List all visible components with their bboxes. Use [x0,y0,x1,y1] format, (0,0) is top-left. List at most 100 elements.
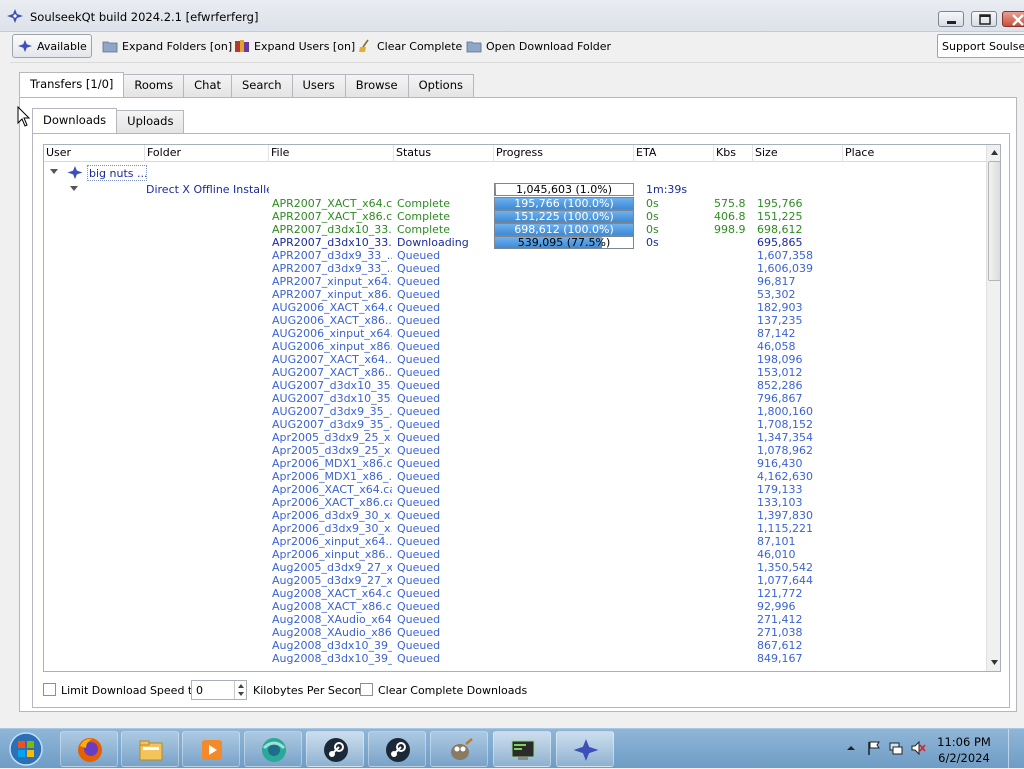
open-download-folder-button[interactable]: Open Download Folder [462,34,615,58]
file-name: Apr2005_d3dx9_25_x... [272,431,392,444]
taskbar-soulseek[interactable] [556,731,614,767]
taskbar-terminal[interactable] [493,731,551,767]
file-name: APR2007_XACT_x64.c... [272,197,392,210]
folder-icon [466,41,482,53]
spin-up-down-icon[interactable] [235,681,247,699]
file-row[interactable]: Aug2005_d3dx9_27_x... Queued 1,077,644 [44,574,986,587]
scroll-up-arrow-icon[interactable] [987,145,1001,160]
taskbar-gimp[interactable] [430,731,488,767]
taskbar-steam-2[interactable] [368,731,426,767]
column-header-place[interactable]: Place [843,145,986,162]
file-row[interactable]: APR2007_d3dx9_33_... Queued 1,607,358 [44,249,986,262]
file-row[interactable]: Apr2006_d3dx9_30_x... Queued 1,397,830 [44,509,986,522]
tab-users[interactable]: Users [291,74,346,97]
file-row[interactable]: Aug2008_XACT_x86.c... Queued 92,996 [44,600,986,613]
taskbar-firefox[interactable] [60,731,118,767]
limit-speed-checkbox[interactable] [43,683,56,696]
column-header-kbs[interactable]: Kbs [714,145,753,162]
file-row[interactable]: Aug2008_XAudio_x86... Queued 271,038 [44,626,986,639]
file-row[interactable]: AUG2007_d3dx9_35_... Queued 1,800,160 [44,405,986,418]
volume-muted-icon[interactable] [910,740,926,756]
column-header-size[interactable]: Size [753,145,843,162]
column-header-progress[interactable]: Progress [494,145,634,162]
taskbar-steam[interactable] [306,731,364,767]
file-row[interactable]: AUG2007_d3dx9_35_... Queued 1,708,152 [44,418,986,431]
spin-arrows[interactable] [234,681,246,699]
status-button[interactable]: Available [12,34,92,58]
tab-browse[interactable]: Browse [344,74,409,97]
expand-arrow-icon[interactable] [50,169,58,175]
file-row[interactable]: APR2007_d3dx9_33_... Queued 1,606,039 [44,262,986,275]
file-row[interactable]: APR2007_XACT_x86.c... Complete 151,225 (10… [44,210,986,223]
folder-row[interactable]: Direct X Offline Installer 1,045,603 (1.… [44,183,986,196]
tab-transfers[interactable]: Transfers [1/0] [19,72,125,97]
taskbar-media-player[interactable] [182,731,240,767]
file-row[interactable]: AUG2006_XACT_x64.c... Queued 182,903 [44,301,986,314]
start-button-windows-icon[interactable] [6,731,46,767]
file-row[interactable]: APR2007_d3dx10_33... Downloading 539,095 (… [44,236,986,249]
support-soulseek-button[interactable]: Support Soulseek [937,34,1024,58]
file-row[interactable]: AUG2007_d3dx10_35... Queued 796,867 [44,392,986,405]
tab-options[interactable]: Options [407,74,474,97]
file-progress-bar: 151,225 (100.0%) [494,210,634,223]
clear-complete-button[interactable]: Clear Complete [353,34,466,58]
file-row[interactable]: Apr2006_xinput_x86.... Queued 46,010 [44,548,986,561]
expand-folders-button[interactable]: Expand Folders [on] [98,34,236,58]
file-row[interactable]: AUG2006_xinput_x64.... Queued 87,142 [44,327,986,340]
file-row[interactable]: Aug2008_XACT_x64.c... Queued 121,772 [44,587,986,600]
minimize-button[interactable] [938,11,964,27]
file-row[interactable]: Apr2006_MDX1_x86_... Queued 4,162,630 [44,470,986,483]
file-name: Aug2008_XACT_x86.c... [272,600,392,613]
column-header-user[interactable]: User [44,145,145,162]
file-row[interactable]: APR2007_XACT_x64.c... Complete 195,766 (10… [44,197,986,210]
scroll-down-arrow-icon[interactable] [987,655,1001,670]
file-row[interactable]: Aug2008_d3dx10_39_... Queued 867,612 [44,639,986,652]
file-row[interactable]: Apr2006_xinput_x64.... Queued 87,101 [44,535,986,548]
column-header-status[interactable]: Status [394,145,494,162]
user-row[interactable]: big nuts ... [44,165,986,181]
file-kbs: 406.8 [714,210,745,223]
maximize-button[interactable] [971,11,997,27]
file-row[interactable]: Apr2005_d3dx9_25_x... Queued 1,078,962 [44,444,986,457]
show-desktop-button[interactable] [1008,729,1024,769]
scroll-thumb[interactable] [988,161,1000,281]
file-row[interactable]: Apr2006_XACT_x64.cab Queued 179,133 [44,483,986,496]
file-row[interactable]: Aug2005_d3dx9_27_x... Queued 1,350,542 [44,561,986,574]
file-row[interactable]: AUG2006_XACT_x86.... Queued 137,235 [44,314,986,327]
file-row[interactable]: AUG2006_xinput_x86.... Queued 46,058 [44,340,986,353]
file-progress-text: 539,095 (77.5%) [517,236,611,249]
file-row[interactable]: AUG2007_XACT_x86.... Queued 153,012 [44,366,986,379]
expand-users-button[interactable]: Expand Users [on] [230,34,359,58]
file-row[interactable]: AUG2007_XACT_x64.... Queued 198,096 [44,353,986,366]
file-row[interactable]: APR2007_d3dx10_33... Complete 698,612 (100… [44,223,986,236]
column-header-eta[interactable]: ETA [634,145,714,162]
tab-search[interactable]: Search [231,74,293,97]
file-row[interactable]: Aug2008_d3dx10_39_... Queued 849,167 [44,652,986,665]
taskbar-file-explorer[interactable] [121,731,179,767]
expand-arrow-icon[interactable] [70,186,78,192]
flag-icon[interactable] [866,740,882,756]
column-header-folder[interactable]: Folder [145,145,269,162]
network-icon[interactable] [888,740,904,756]
clock-time[interactable]: 11:06 PM [934,735,994,749]
file-row[interactable]: Apr2006_d3dx9_30_x... Queued 1,115,221 [44,522,986,535]
tray-expand-icon[interactable] [846,743,856,753]
clock-date[interactable]: 6/2/2024 [934,751,994,765]
column-header-file[interactable]: File [269,145,394,162]
close-button[interactable] [1002,11,1024,27]
tab-chat[interactable]: Chat [183,74,232,97]
file-row[interactable]: Apr2005_d3dx9_25_x... Queued 1,347,354 [44,431,986,444]
file-row[interactable]: Apr2006_MDX1_x86.cab Queued 916,430 [44,457,986,470]
tab-rooms[interactable]: Rooms [123,74,185,97]
file-row[interactable]: APR2007_xinput_x64.... Queued 96,817 [44,275,986,288]
tab-uploads[interactable]: Uploads [116,110,185,133]
speed-limit-spinbox[interactable]: 0 [191,680,247,700]
file-row[interactable]: AUG2007_d3dx10_35... Queued 852,286 [44,379,986,392]
file-row[interactable]: APR2007_xinput_x86.... Queued 53,302 [44,288,986,301]
vertical-scrollbar[interactable] [986,145,1001,671]
tab-downloads[interactable]: Downloads [32,108,118,133]
clear-complete-downloads-checkbox[interactable] [360,683,373,696]
taskbar-browser[interactable] [244,731,302,767]
file-row[interactable]: Apr2006_XACT_x86.cab Queued 133,103 [44,496,986,509]
file-row[interactable]: Aug2008_XAudio_x64... Queued 271,412 [44,613,986,626]
